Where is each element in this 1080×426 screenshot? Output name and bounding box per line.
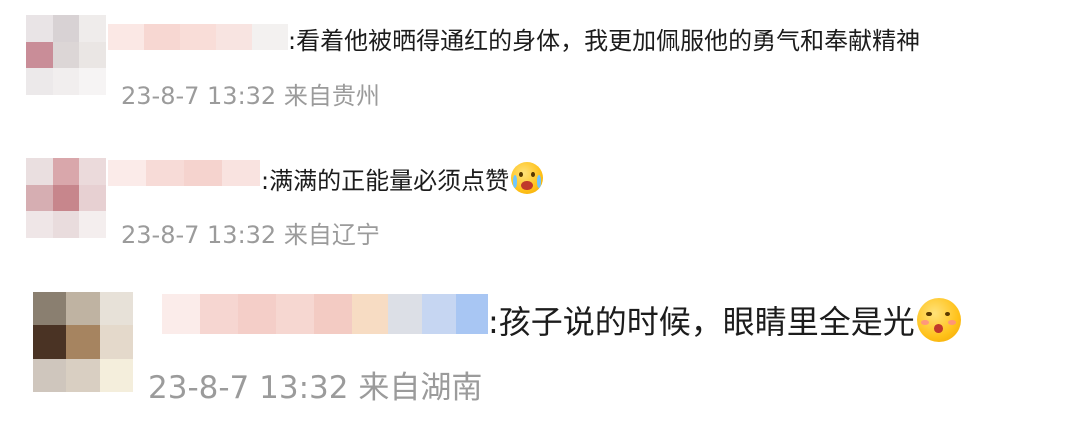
comment-text: :孩子说的时候，眼睛里全是光: [488, 298, 961, 342]
comment-location: 来自湖南: [358, 370, 483, 406]
comment-meta: 23-8-7 13:32 来自贵州: [121, 76, 380, 111]
comment-time: 23-8-7 13:32: [121, 82, 277, 110]
avatar-blurred[interactable]: [26, 158, 106, 238]
username-blurred[interactable]: [108, 160, 260, 186]
comment-location: 来自贵州: [283, 82, 380, 110]
comment-time: 23-8-7 13:32: [121, 221, 277, 249]
comment-text: :满满的正能量必须点赞: [261, 162, 544, 195]
comment-text: :看着他被晒得通红的身体，我更加佩服他的勇气和奉献精神: [288, 22, 921, 55]
comment-text-content: :满满的正能量必须点赞: [261, 166, 510, 195]
comment-text-content: :看着他被晒得通红的身体，我更加佩服他的勇气和奉献精神: [288, 26, 921, 55]
comment-location: 来自辽宁: [283, 221, 380, 249]
avatar-blurred[interactable]: [33, 292, 133, 392]
username-blurred[interactable]: [162, 294, 488, 334]
avatar-blurred[interactable]: [26, 15, 106, 95]
username-blurred[interactable]: [108, 24, 288, 50]
crying-face-emoji-icon: [511, 162, 544, 194]
comment-time: 23-8-7 13:32: [148, 370, 349, 406]
comment-meta: 23-8-7 13:32 来自辽宁: [121, 215, 380, 250]
comment-text-content: :孩子说的时候，眼睛里全是光: [488, 303, 915, 341]
shy-face-emoji-icon: [916, 298, 961, 342]
comment-meta: 23-8-7 13:32 来自湖南: [148, 362, 482, 407]
